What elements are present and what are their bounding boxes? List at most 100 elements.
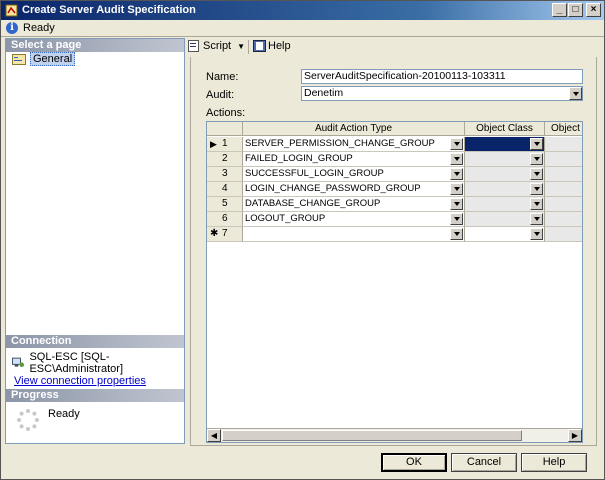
object-class-cell[interactable] — [465, 182, 545, 197]
row-header[interactable]: 3 — [207, 167, 243, 182]
audit-action-type-cell[interactable]: LOGOUT_GROUP — [243, 212, 465, 227]
object-class-cell[interactable] — [465, 137, 545, 152]
chevron-down-icon[interactable] — [450, 183, 463, 195]
grid-header: Audit Action Type Object Class Object — [207, 122, 582, 136]
object-cell[interactable] — [545, 167, 582, 182]
name-input[interactable]: ServerAuditSpecification-20100113-103311 — [301, 69, 583, 84]
audit-action-type-cell[interactable]: LOGIN_CHANGE_PASSWORD_GROUP — [243, 182, 465, 197]
object-class-cell[interactable] — [465, 227, 545, 242]
chevron-down-icon[interactable] — [530, 183, 543, 195]
actions-grid[interactable]: Audit Action Type Object Class Object ▶ … — [206, 121, 583, 443]
column-header-object-class[interactable]: Object Class — [465, 122, 545, 136]
audit-selected-value: Denetim — [304, 87, 344, 99]
chevron-down-icon[interactable] — [450, 168, 463, 180]
row-header[interactable]: ✱ 7 — [207, 227, 243, 242]
object-cell[interactable] — [545, 152, 582, 167]
table-row[interactable]: 2 FAILED_LOGIN_GROUP — [207, 152, 582, 167]
object-cell[interactable] — [545, 212, 582, 227]
help-button[interactable]: Help — [521, 453, 587, 472]
object-cell[interactable] — [545, 182, 582, 197]
chevron-down-icon[interactable] — [569, 87, 582, 100]
title-bar[interactable]: Create Server Audit Specification _ □ × — [1, 1, 604, 20]
audit-label: Audit: — [206, 89, 235, 101]
audit-action-type-value: LOGIN_CHANGE_PASSWORD_GROUP — [245, 183, 421, 194]
progress-status: Ready — [48, 408, 80, 420]
object-class-cell[interactable] — [465, 167, 545, 182]
server-connection-icon — [12, 357, 25, 368]
maximize-button[interactable]: □ — [568, 3, 583, 17]
toolbar: Script ▼ Help — [185, 38, 602, 56]
object-class-cell[interactable] — [465, 212, 545, 227]
server-audit-icon — [5, 4, 18, 17]
dialog-window: Create Server Audit Specification _ □ × … — [0, 0, 605, 480]
help-toolbar-button[interactable]: Help — [253, 40, 291, 52]
audit-action-type-value: SERVER_PERMISSION_CHANGE_GROUP — [245, 138, 435, 149]
status-text: Ready — [23, 22, 55, 34]
minimize-button[interactable]: _ — [552, 3, 567, 17]
table-row[interactable]: 5 DATABASE_CHANGE_GROUP — [207, 197, 582, 212]
object-class-cell[interactable] — [465, 197, 545, 212]
toolbar-separator — [248, 40, 249, 54]
page-item-general[interactable]: General — [12, 52, 76, 66]
progress-spinner-icon — [17, 409, 39, 431]
chevron-down-icon[interactable] — [450, 213, 463, 225]
table-row-new[interactable]: ✱ 7 — [207, 227, 582, 242]
cancel-button[interactable]: Cancel — [451, 453, 517, 472]
ok-button[interactable]: OK — [381, 453, 447, 472]
chevron-down-icon[interactable] — [450, 153, 463, 165]
row-header[interactable]: 5 — [207, 197, 243, 212]
chevron-down-icon[interactable] — [530, 138, 543, 150]
audit-action-type-cell[interactable]: SUCCESSFUL_LOGIN_GROUP — [243, 167, 465, 182]
audit-action-type-cell[interactable]: SERVER_PERMISSION_CHANGE_GROUP — [243, 137, 465, 152]
scroll-left-icon[interactable]: ◀ — [207, 429, 221, 442]
audit-select[interactable]: Denetim — [301, 86, 583, 101]
object-cell[interactable] — [545, 137, 582, 152]
view-connection-properties-link[interactable]: View connection properties — [14, 375, 146, 387]
column-header-audit-action-type[interactable]: Audit Action Type — [243, 122, 465, 136]
row-header[interactable]: 2 — [207, 152, 243, 167]
help-toolbar-label: Help — [268, 40, 291, 52]
scroll-right-icon[interactable]: ▶ — [568, 429, 582, 442]
chevron-down-icon[interactable] — [530, 198, 543, 210]
audit-action-type-cell[interactable]: DATABASE_CHANGE_GROUP — [243, 197, 465, 212]
audit-action-type-value: SUCCESSFUL_LOGIN_GROUP — [245, 168, 384, 179]
chevron-down-icon[interactable] — [450, 228, 463, 240]
chevron-down-icon[interactable] — [450, 198, 463, 210]
info-icon: i — [6, 22, 18, 34]
dialog-button-bar: OK Cancel Help — [1, 444, 604, 479]
table-row[interactable]: 6 LOGOUT_GROUP — [207, 212, 582, 227]
row-number: 6 — [222, 213, 228, 224]
chevron-down-icon[interactable] — [530, 228, 543, 240]
chevron-down-icon[interactable] — [530, 213, 543, 225]
object-class-cell[interactable] — [465, 152, 545, 167]
object-cell[interactable] — [545, 227, 582, 242]
close-button[interactable]: × — [586, 3, 601, 17]
row-header[interactable]: 4 — [207, 182, 243, 197]
horizontal-scrollbar[interactable]: ◀ ▶ — [207, 428, 582, 442]
row-number: 7 — [222, 228, 228, 239]
connection-header: Connection — [6, 335, 184, 348]
object-cell[interactable] — [545, 197, 582, 212]
row-header[interactable]: 6 — [207, 212, 243, 227]
audit-action-type-cell[interactable]: FAILED_LOGIN_GROUP — [243, 152, 465, 167]
chevron-down-icon[interactable] — [450, 138, 463, 150]
column-header-object[interactable]: Object — [545, 122, 582, 136]
window-title: Create Server Audit Specification — [22, 4, 196, 16]
name-label: Name: — [206, 71, 239, 83]
general-page: Script ▼ Help Name: ServerAuditSpecifica… — [185, 38, 602, 446]
progress-header: Progress — [6, 389, 184, 402]
audit-action-type-cell[interactable] — [243, 227, 465, 242]
table-row[interactable]: 4 LOGIN_CHANGE_PASSWORD_GROUP — [207, 182, 582, 197]
row-number: 3 — [222, 168, 228, 179]
row-header[interactable]: ▶ 1 — [207, 137, 243, 152]
script-button[interactable]: Script ▼ — [188, 40, 245, 52]
chevron-down-icon[interactable] — [530, 153, 543, 165]
row-header-column — [207, 122, 243, 136]
table-row[interactable]: 3 SUCCESSFUL_LOGIN_GROUP — [207, 167, 582, 182]
table-row[interactable]: ▶ 1 SERVER_PERMISSION_CHANGE_GROUP — [207, 137, 582, 152]
audit-action-type-value: LOGOUT_GROUP — [245, 213, 326, 224]
chevron-down-icon[interactable]: ▼ — [237, 42, 245, 51]
audit-action-type-value: FAILED_LOGIN_GROUP — [245, 153, 353, 164]
scrollbar-thumb[interactable] — [222, 430, 522, 441]
chevron-down-icon[interactable] — [530, 168, 543, 180]
